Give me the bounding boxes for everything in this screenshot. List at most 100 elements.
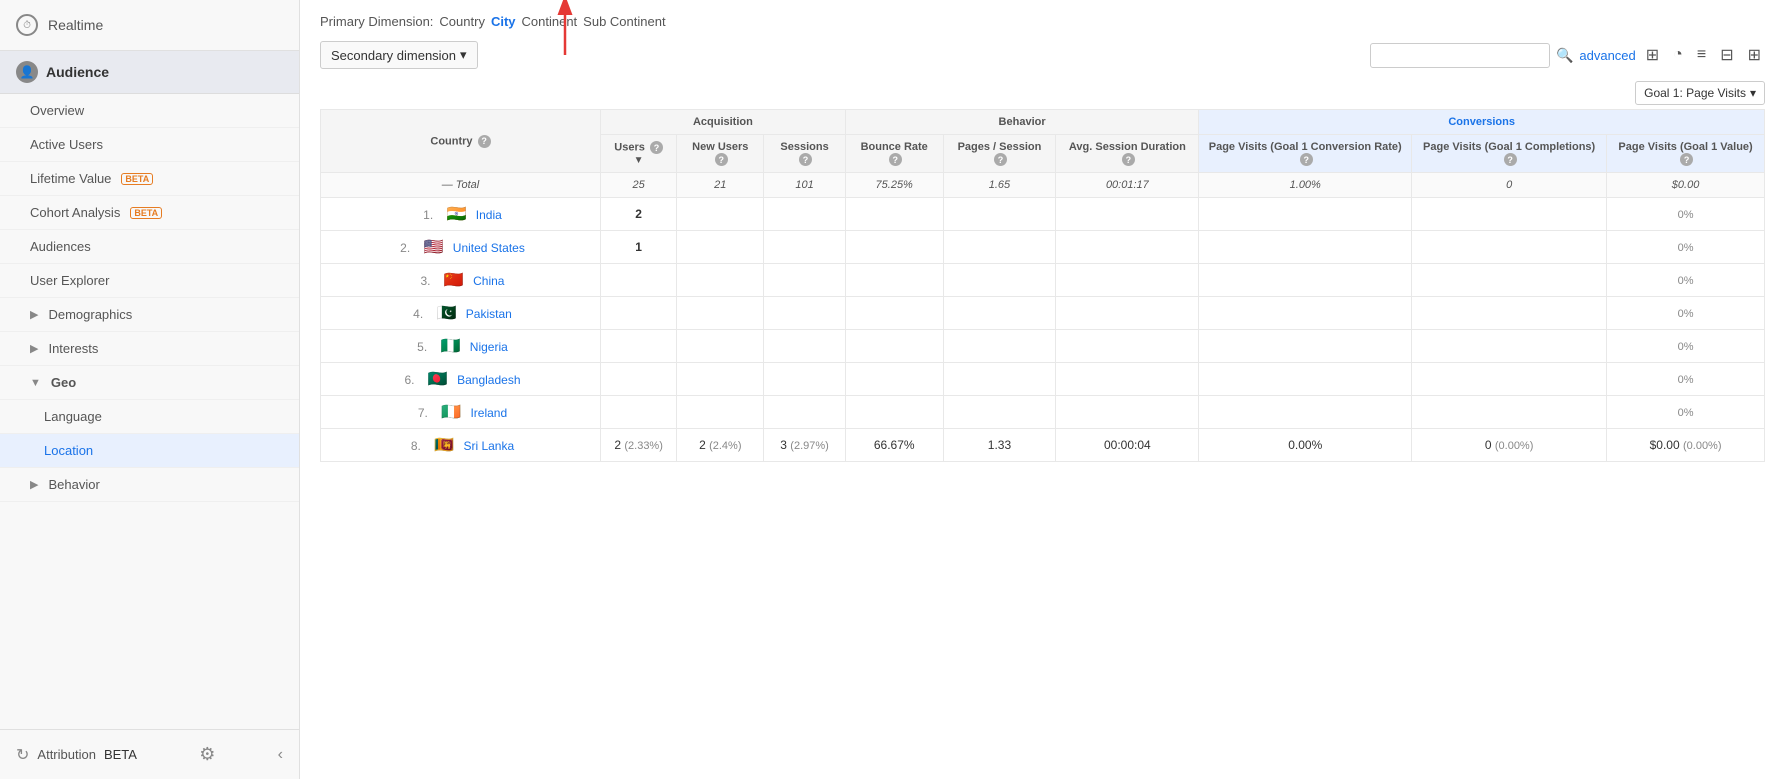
users-help-icon[interactable]: ?: [650, 141, 663, 154]
sort-users-icon[interactable]: ▼: [634, 155, 644, 166]
nigeria-bounce: [845, 330, 943, 363]
col-header-behavior: Behavior: [845, 110, 1199, 135]
cohort-analysis-label: Cohort Analysis: [30, 205, 120, 220]
india-completions: [1412, 198, 1607, 231]
country-link-bangladesh[interactable]: Bangladesh: [457, 373, 520, 387]
primary-dimension-bar: Primary Dimension: Country City Continen…: [300, 0, 1785, 35]
bangladesh-completions: [1412, 363, 1607, 396]
adjust-icon: ⊟: [1720, 47, 1733, 64]
pages-session-help-icon[interactable]: ?: [994, 153, 1007, 166]
sidebar-item-interests[interactable]: ▶ Interests: [0, 332, 299, 366]
sidebar-item-lifetime-value[interactable]: Lifetime Value BETA: [0, 162, 299, 196]
sidebar-audience-header[interactable]: 👤 Audience: [0, 51, 299, 94]
bangladesh-users: [601, 363, 677, 396]
bangladesh-value: 0%: [1607, 363, 1765, 396]
sidebar-attribution[interactable]: ↻ Attribution BETA: [16, 745, 137, 765]
total-bounce-rate: 75.25%: [845, 173, 943, 198]
country-link-india[interactable]: India: [476, 208, 502, 222]
search-button[interactable]: 🔍: [1556, 47, 1573, 64]
geo-label: Geo: [51, 375, 76, 390]
sessions-help-icon[interactable]: ?: [799, 153, 812, 166]
settings-icon[interactable]: ⚙: [199, 744, 215, 765]
sidebar-item-language[interactable]: Language: [0, 400, 299, 434]
col-header-users: Users ? ▼: [601, 135, 677, 173]
ireland-pages: [943, 396, 1056, 429]
lifetime-value-beta: BETA: [121, 173, 153, 185]
srilanka-pages: 1.33: [943, 429, 1056, 462]
country-link-srilanka[interactable]: Sri Lanka: [463, 439, 514, 453]
srilanka-users: 2 (2.33%): [601, 429, 677, 462]
sidebar-item-location[interactable]: Location: [0, 434, 299, 468]
sidebar-item-cohort-analysis[interactable]: Cohort Analysis BETA: [0, 196, 299, 230]
pakistan-value: 0%: [1607, 297, 1765, 330]
country-link-nigeria[interactable]: Nigeria: [470, 340, 508, 354]
sidebar-footer: ↻ Attribution BETA ⚙ ‹: [0, 729, 299, 779]
bounce-rate-help-icon[interactable]: ?: [889, 153, 902, 166]
country-cell-ireland: 7. 🇮🇪 Ireland: [321, 396, 601, 429]
flag-india: 🇮🇳: [447, 206, 467, 223]
country-link-pakistan[interactable]: Pakistan: [466, 307, 512, 321]
sidebar-item-geo[interactable]: ▼ Geo: [0, 366, 299, 400]
pie-icon: ◔: [1673, 46, 1683, 63]
ireland-sessions: [764, 396, 846, 429]
country-link-ireland[interactable]: Ireland: [470, 406, 507, 420]
dim-country-link[interactable]: Country: [439, 14, 485, 29]
country-help-icon[interactable]: ?: [478, 135, 491, 148]
table-view-btn[interactable]: ⊞: [1744, 43, 1765, 67]
dropdown-arrow-icon: ▾: [460, 47, 467, 63]
attribution-beta: BETA: [104, 747, 137, 762]
behavior-arrow: ▶: [30, 478, 38, 491]
sidebar-item-user-explorer[interactable]: User Explorer: [0, 264, 299, 298]
value-help-icon[interactable]: ?: [1680, 153, 1693, 166]
adjust-view-btn[interactable]: ⊟: [1716, 43, 1737, 67]
search-icon: 🔍: [1556, 47, 1573, 63]
sidebar-item-overview[interactable]: Overview: [0, 94, 299, 128]
list-view-btn[interactable]: ≡: [1693, 44, 1710, 66]
country-link-us[interactable]: United States: [453, 241, 525, 255]
total-completions: 0: [1412, 173, 1607, 198]
table-area: Goal 1: Page Visits ▾ Country ? Acquisit…: [300, 77, 1785, 779]
row-num-us: 2.: [396, 241, 414, 255]
data-table: Country ? Acquisition Behavior Conversio…: [320, 109, 1765, 462]
row-num-india: 1.: [419, 208, 437, 222]
avg-session-help-icon[interactable]: ?: [1122, 153, 1135, 166]
pakistan-rate: [1199, 297, 1412, 330]
sidebar-item-demographics[interactable]: ▶ Demographics: [0, 298, 299, 332]
total-sessions: 101: [764, 173, 846, 198]
advanced-link[interactable]: advanced: [1579, 48, 1635, 63]
flag-nigeria: 🇳🇬: [441, 338, 461, 355]
goal-dropdown-button[interactable]: Goal 1: Page Visits ▾: [1635, 81, 1765, 105]
collapse-sidebar-btn[interactable]: ‹: [278, 746, 283, 764]
grid-view-btn[interactable]: ⊞: [1642, 43, 1663, 67]
srilanka-rate: 0.00%: [1199, 429, 1412, 462]
secondary-dimension-button[interactable]: Secondary dimension ▾: [320, 41, 478, 69]
new-users-help-icon[interactable]: ?: [715, 153, 728, 166]
pakistan-sessions: [764, 297, 846, 330]
sidebar-item-active-users[interactable]: Active Users: [0, 128, 299, 162]
china-users: [601, 264, 677, 297]
dim-continent-link[interactable]: Continent: [522, 14, 578, 29]
china-value: 0%: [1607, 264, 1765, 297]
sidebar-realtime-label: Realtime: [48, 17, 103, 33]
sidebar-item-audiences[interactable]: Audiences: [0, 230, 299, 264]
nigeria-new-users: [677, 330, 764, 363]
india-new-users: [677, 198, 764, 231]
col-header-page-visits-completions: Page Visits (Goal 1 Completions) ?: [1412, 135, 1607, 173]
sidebar-item-behavior[interactable]: ▶ Behavior: [0, 468, 299, 502]
dim-subcontinent-link[interactable]: Sub Continent: [583, 14, 665, 29]
row-num-bangladesh: 6.: [401, 373, 419, 387]
ireland-users: [601, 396, 677, 429]
pie-view-btn[interactable]: ◔: [1669, 44, 1687, 66]
dim-city-link[interactable]: City: [491, 14, 516, 29]
pakistan-new-users: [677, 297, 764, 330]
total-avg-session: 00:01:17: [1056, 173, 1199, 198]
srilanka-value: $0.00 (0.00%): [1607, 429, 1765, 462]
search-input[interactable]: [1370, 43, 1550, 68]
col-header-sessions: Sessions ?: [764, 135, 846, 173]
row-num-nigeria: 5.: [413, 340, 431, 354]
country-link-china[interactable]: China: [473, 274, 504, 288]
rate-help-icon[interactable]: ?: [1300, 153, 1313, 166]
completions-help-icon[interactable]: ?: [1504, 153, 1517, 166]
bangladesh-avg: [1056, 363, 1199, 396]
bangladesh-bounce: [845, 363, 943, 396]
